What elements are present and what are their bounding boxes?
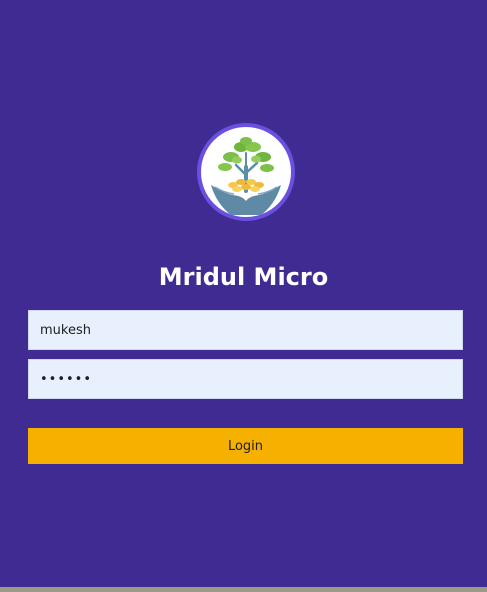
app-title: Mridul Micro	[158, 263, 329, 291]
login-button[interactable]: Login	[28, 428, 463, 464]
login-screen: Mridul Micro Login	[0, 0, 487, 587]
window-bottom-edge	[0, 587, 487, 592]
tree-in-hands-icon	[211, 137, 281, 215]
logo-badge	[197, 123, 295, 221]
username-input[interactable]	[28, 310, 463, 350]
password-input[interactable]	[28, 359, 463, 399]
